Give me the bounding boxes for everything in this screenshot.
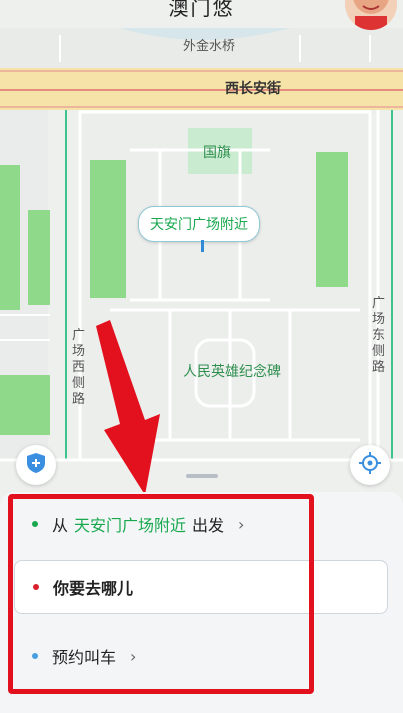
reserve-label: 预约叫车: [52, 648, 117, 667]
label-changan-street: 西长安街: [225, 81, 281, 97]
pickup-prefix: 从: [52, 516, 69, 535]
label-waijin-bridge: 外金水桥: [183, 39, 236, 54]
avatar[interactable]: [345, 0, 397, 30]
label-east-road: 广场东侧路: [372, 296, 386, 375]
chevron-right-icon: ›: [238, 514, 245, 534]
pickup-suffix: 出发: [192, 516, 225, 535]
chevron-right-icon: ›: [130, 646, 137, 666]
label-west-road: 广场西侧路: [72, 328, 86, 407]
label-flag: 国旗: [203, 145, 231, 161]
shield-plus-icon: [25, 452, 47, 478]
pin-stem: [201, 240, 204, 252]
destination-input[interactable]: 你要去哪儿: [14, 560, 388, 614]
reserve-ride-row[interactable]: 预约叫车 ›: [14, 630, 386, 682]
pickup-location: 天安门广场附近: [74, 516, 187, 535]
page-title: 澳门悠: [168, 0, 235, 20]
pickup-location-pin[interactable]: 天安门广场附近: [138, 206, 260, 242]
header: 澳门悠: [0, 0, 403, 30]
pickup-dot-icon: [32, 521, 38, 527]
destination-placeholder: 你要去哪儿: [53, 579, 134, 598]
drag-handle[interactable]: [186, 474, 218, 478]
destination-dot-icon: [33, 584, 39, 590]
locate-me-button[interactable]: [350, 445, 390, 485]
pin-label: 天安门广场附近: [150, 217, 248, 233]
reserve-dot-icon: [32, 653, 38, 659]
pickup-row[interactable]: 从 天安门广场附近 出发 ›: [14, 498, 386, 550]
crosshair-icon: [358, 451, 382, 479]
safety-shield-button[interactable]: [16, 445, 56, 485]
label-monument: 人民英雄纪念碑: [183, 364, 281, 380]
